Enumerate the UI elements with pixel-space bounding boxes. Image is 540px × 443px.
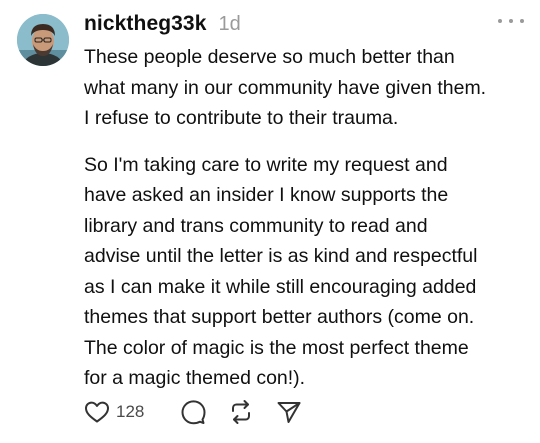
repost-button[interactable] xyxy=(228,399,276,425)
post-paragraph: So I'm taking care to write my request a… xyxy=(84,153,478,390)
post-header: nicktheg33k 1d xyxy=(84,9,241,39)
more-dot xyxy=(509,19,513,23)
reply-button[interactable] xyxy=(180,399,228,425)
action-bar: 128 xyxy=(84,397,302,427)
timestamp: 1d xyxy=(218,12,241,35)
like-count: 128 xyxy=(116,402,145,421)
more-dot xyxy=(498,19,502,23)
username[interactable]: nicktheg33k xyxy=(84,12,207,36)
share-button[interactable] xyxy=(276,399,302,425)
thread-post: nicktheg33k 1d These people deserve so m… xyxy=(0,0,540,443)
avatar[interactable] xyxy=(17,14,69,66)
more-options-icon[interactable] xyxy=(498,14,524,28)
comment-bubble-icon xyxy=(180,399,206,425)
more-dot xyxy=(520,19,524,23)
post-body: These people deserve so much better than… xyxy=(84,42,530,394)
send-icon xyxy=(276,399,302,425)
post-paragraph: These people deserve so much better than… xyxy=(84,46,487,129)
heart-icon xyxy=(84,400,110,424)
like-button[interactable]: 128 xyxy=(84,400,180,424)
repost-arrows-icon xyxy=(228,399,254,425)
